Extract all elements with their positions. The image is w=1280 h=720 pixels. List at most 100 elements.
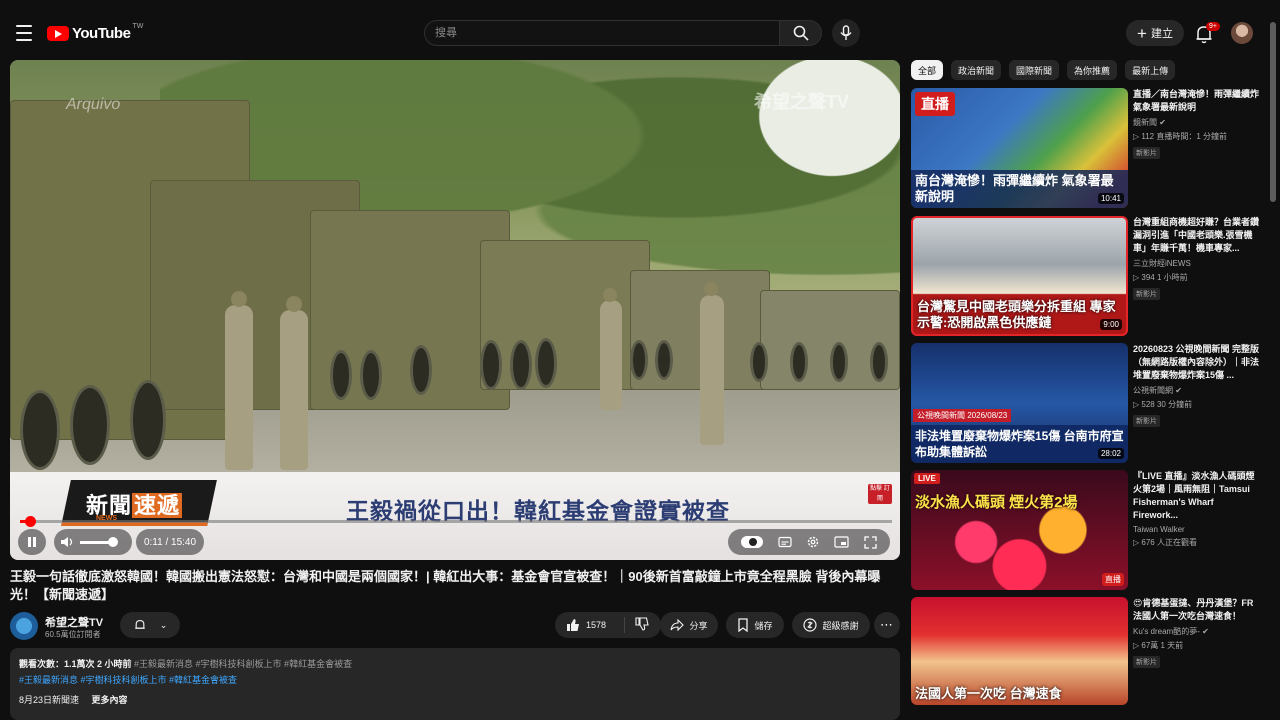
new-badge: 新影片 xyxy=(1133,147,1160,159)
logo-region: TW xyxy=(132,23,144,30)
show-more-link[interactable]: 更多內容 xyxy=(92,695,128,705)
video-duration: 10:41 xyxy=(1097,193,1124,204)
subscribe-badge: 點擊 訂閱 xyxy=(868,484,892,504)
description-box[interactable]: 觀看次數：1.1萬次 2 小時前 #王毅最新消息 #宇樹科技科創板上市 #韓紅基… xyxy=(10,648,900,720)
create-label: 建立 xyxy=(1150,28,1173,40)
recommended-title[interactable]: 直播／南台灣淹慘！雨彈繼續炸 氣象署最新說明 xyxy=(1133,88,1268,114)
thumbnail-caption: 台灣驚見中國老頭樂分拆重組 專家示警:恐開啟黑色供應鏈 xyxy=(917,299,1116,330)
youtube-logo[interactable]: YouTube TW xyxy=(47,23,144,42)
chip-recommended[interactable]: 為你推薦 xyxy=(1067,60,1118,80)
pause-icon xyxy=(28,537,36,547)
video-thumbnail[interactable]: 台灣驚見中國老頭樂分拆重組 專家示警:恐開啟黑色供應鏈 9:00 xyxy=(911,216,1128,336)
page-scrollbar[interactable] xyxy=(1270,22,1276,202)
recommended-title[interactable]: 20260823 公視晚間新聞 完整版（無網路版權內容除外）｜非法堆置廢棄物爆炸… xyxy=(1133,343,1261,382)
youtube-play-icon xyxy=(47,26,69,41)
recommended-video[interactable]: LIVE 淡水漁人碼頭 煙火第2場 直播 『LIVE 直播』淡水漁人碼頭煙火第2… xyxy=(911,470,1261,590)
save-label: 儲存 xyxy=(754,620,773,631)
like-button[interactable]: 1578 xyxy=(555,617,625,633)
plus-icon: + xyxy=(1137,23,1147,43)
more-actions-button[interactable]: ⋯ xyxy=(874,612,900,638)
recommended-meta: ▷ 676 人正在觀看 xyxy=(1133,538,1197,547)
pause-button[interactable] xyxy=(18,529,46,555)
more-horizontal-icon: ⋯ xyxy=(880,617,894,632)
dislike-button[interactable] xyxy=(625,617,649,633)
recommended-video[interactable]: 法國人第一次吃 台灣速食 😍肯德基蛋撻、丹丹漢堡？FR 法國人第一次吃台灣速食！… xyxy=(911,597,1261,705)
search-box xyxy=(424,20,780,46)
recommended-channel[interactable]: 公視新聞網 ✔ xyxy=(1133,385,1261,396)
video-duration: 28:02 xyxy=(1097,448,1124,459)
chip-latest[interactable]: 最新上傳 xyxy=(1125,60,1176,80)
channel-avatar[interactable] xyxy=(10,612,38,640)
recommended-video[interactable]: 直播 南台灣淹慘！雨彈繼續炸 氣象署最新說明 10:41 直播／南台灣淹慘！雨彈… xyxy=(911,88,1268,208)
like-count: 1578 xyxy=(586,620,607,630)
recommended-title[interactable]: 😍肯德基蛋撻、丹丹漢堡？FR 法國人第一次吃台灣速食！ xyxy=(1133,597,1261,623)
recommended-channel[interactable]: Taiwan Walker xyxy=(1133,525,1261,534)
description-line-3: 8月23日新聞速 更多內容 xyxy=(19,695,128,705)
channel-row: 希望之聲TV 60.5萬位訂閱者 ⌄ 1578 分享 儲存 超級感謝 ⋯ xyxy=(10,612,900,642)
thumbnail-caption: 非法堆置廢棄物爆炸案15傷 台南市府宣布助集體訴訟 xyxy=(911,425,1128,463)
new-badge: 新影片 xyxy=(1133,656,1160,668)
recommended-meta: ▷ 112 直播時間：1 分鐘前 xyxy=(1133,132,1228,141)
super-thanks-button[interactable]: 超級感謝 xyxy=(792,612,870,638)
chip-politics[interactable]: 政治新聞 xyxy=(951,60,1002,80)
voice-search-button[interactable] xyxy=(832,19,860,47)
recommended-video[interactable]: 台灣驚見中國老頭樂分拆重組 專家示警:恐開啟黑色供應鏈 9:00 台灣重組商機超… xyxy=(911,216,1261,336)
volume-icon[interactable] xyxy=(60,536,74,548)
recommended-channel[interactable]: 鏡新聞 ✔ xyxy=(1133,117,1261,128)
search-button[interactable] xyxy=(780,20,822,46)
microphone-icon xyxy=(840,25,852,40)
save-button[interactable]: 儲存 xyxy=(726,612,784,638)
volume-slider[interactable] xyxy=(80,536,118,547)
watermark-left: Arquivo xyxy=(66,96,121,113)
related-filter-chips: 全部 政治新聞 國際新聞 為你推薦 最新上傳 xyxy=(911,60,1176,80)
recommended-meta: ▷ 67萬 1 天前 xyxy=(1133,641,1184,650)
thumbnail-caption: 南台灣淹慘！雨彈繼續炸 氣象署最新說明 xyxy=(911,170,1128,208)
fullscreen-icon[interactable] xyxy=(864,535,877,549)
subtitles-icon[interactable] xyxy=(777,536,792,548)
chip-international[interactable]: 國際新聞 xyxy=(1009,60,1060,80)
create-button[interactable]: + 建立 xyxy=(1126,20,1184,46)
share-icon xyxy=(670,619,685,631)
search-input[interactable] xyxy=(425,21,779,45)
live-badge: 直播 xyxy=(915,92,955,116)
recommended-title[interactable]: 『LIVE 直播』淡水漁人碼頭煙火第2場｜風雨無阻｜Tamsui Fisherm… xyxy=(1133,470,1261,522)
like-dislike-group: 1578 xyxy=(555,612,661,638)
video-thumbnail[interactable]: 直播 南台灣淹慘！雨彈繼續炸 氣象署最新說明 10:41 xyxy=(911,88,1128,208)
autoplay-toggle[interactable] xyxy=(741,536,764,548)
chip-all[interactable]: 全部 xyxy=(911,60,944,80)
super-thanks-label: 超級感謝 xyxy=(822,620,859,631)
thumbnail-caption: 法國人第一次吃 台灣速食 xyxy=(915,686,1062,701)
recommended-meta: ▷ 394 1 小時前 xyxy=(1133,273,1188,282)
super-thanks-icon xyxy=(803,618,818,632)
share-button[interactable]: 分享 xyxy=(660,612,718,638)
progress-bar[interactable] xyxy=(20,516,892,527)
account-avatar[interactable] xyxy=(1231,22,1253,44)
video-thumbnail[interactable]: 法國人第一次吃 台灣速食 xyxy=(911,597,1128,705)
settings-gear-icon[interactable] xyxy=(806,535,820,549)
verified-icon: ✔ xyxy=(1159,118,1166,127)
recommended-channel[interactable]: Ku's dream酷的夢- ✔ xyxy=(1133,626,1261,637)
video-duration: 直播 xyxy=(1102,573,1124,586)
volume-control[interactable] xyxy=(54,529,132,555)
recommended-title[interactable]: 台灣重組商機超好賺？台業者鑽漏洞引進「中國老頭樂.張雪機車」年賺千萬！機車專家.… xyxy=(1133,216,1261,255)
description-tags: #王毅最新消息 #宇樹科技科創板上市 #韓紅基金會被查 xyxy=(134,659,353,669)
video-player[interactable]: Arquivo 希望之聲TV 新聞速遞 NEWS 王毅禍從口出！韓紅基金會證實被… xyxy=(10,60,900,560)
channel-watermark: 希望之聲TV xyxy=(754,92,850,112)
menu-icon[interactable] xyxy=(12,22,36,44)
video-title: 王毅一句話徹底激怒韓國！韓國搬出憲法怒懟：台灣和中國是兩個國家！| 韓紅出大事：… xyxy=(10,569,881,602)
miniplayer-icon[interactable] xyxy=(834,536,849,548)
program-badge: 公視晚間新聞 2026/08/23 xyxy=(913,409,1012,422)
video-thumbnail[interactable]: 公視晚間新聞 2026/08/23 非法堆置廢棄物爆炸案15傷 台南市府宣布助集… xyxy=(911,343,1128,463)
player-right-controls xyxy=(728,529,890,555)
soldier xyxy=(700,295,724,445)
search-icon xyxy=(793,25,809,41)
verified-icon: ✔ xyxy=(1175,386,1182,395)
video-thumbnail[interactable]: LIVE 淡水漁人碼頭 煙火第2場 直播 xyxy=(911,470,1128,590)
recommended-video[interactable]: 公視晚間新聞 2026/08/23 非法堆置廢棄物爆炸案15傷 台南市府宣布助集… xyxy=(911,343,1261,463)
new-badge: 新影片 xyxy=(1133,288,1160,300)
soldier xyxy=(225,305,253,470)
recommended-channel[interactable]: 三立財經iNEWS xyxy=(1133,258,1261,269)
subscribed-button[interactable]: ⌄ xyxy=(120,612,180,638)
hashtag-links[interactable]: #王毅最新消息 #宇樹科技科創板上市 #韓紅基金會被查 xyxy=(19,672,891,688)
channel-name[interactable]: 希望之聲TV xyxy=(45,614,103,630)
